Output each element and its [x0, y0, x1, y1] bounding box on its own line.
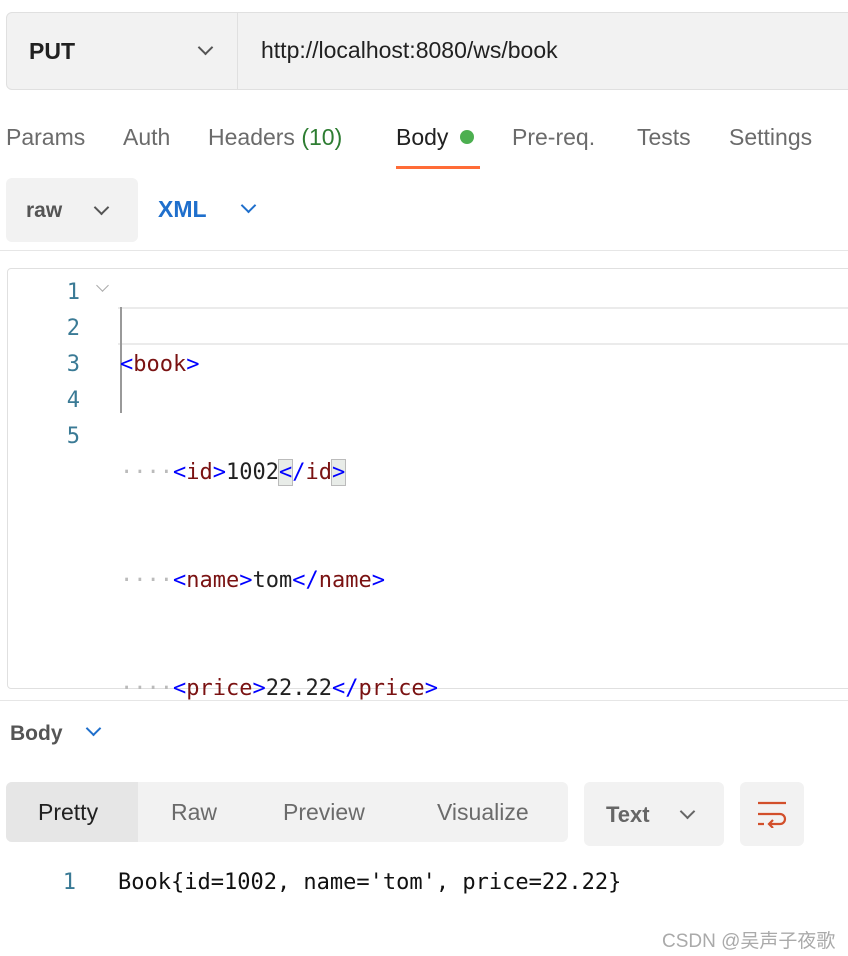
method-select[interactable]: PUT	[7, 13, 238, 89]
code-line: ····<price>22.22</price>	[120, 676, 438, 701]
chevron-down-icon	[240, 197, 256, 214]
wrap-lines-button[interactable]	[740, 782, 804, 846]
line-number: 1	[62, 870, 76, 895]
tab-headers-label: Headers	[208, 124, 295, 150]
language-label: XML	[158, 196, 207, 222]
view-tab-pretty[interactable]: Pretty	[6, 782, 138, 842]
line-number: 3	[66, 352, 80, 377]
active-tab-indicator	[396, 166, 480, 169]
response-view-tabs: Pretty Raw Preview Visualize	[6, 782, 568, 842]
watermark: CSDN @吴声子夜歌	[662, 931, 836, 952]
status-dot-icon	[460, 130, 475, 144]
tab-headers[interactable]: Headers (10)	[208, 124, 342, 151]
format-label: Text	[606, 802, 650, 827]
chevron-down-icon	[86, 720, 102, 737]
tab-tests[interactable]: Tests	[637, 124, 691, 151]
tab-body[interactable]: Body	[396, 124, 475, 151]
line-number: 4	[66, 388, 80, 413]
divider	[0, 250, 848, 251]
chevron-down-icon	[679, 803, 696, 820]
code-line: <book>	[120, 352, 200, 377]
response-format-select[interactable]: Text	[584, 782, 724, 846]
fold-chevron-icon[interactable]	[96, 279, 109, 292]
line-numbers: 1 2 3 4 5	[0, 275, 80, 455]
view-tab-preview[interactable]: Preview	[283, 799, 365, 826]
body-mode-label: raw	[26, 199, 63, 222]
code-line: ····<name>tom</name>	[120, 568, 385, 593]
url-bar: PUT http://localhost:8080/ws/book	[6, 12, 848, 90]
method-label: PUT	[29, 38, 75, 64]
url-input[interactable]: http://localhost:8080/ws/book	[261, 37, 558, 64]
line-number: 5	[66, 424, 80, 449]
chevron-down-icon	[197, 39, 214, 56]
headers-count: (10)	[301, 124, 343, 150]
chevron-down-icon	[93, 199, 110, 216]
code-editor[interactable]: 1 2 3 4 5 <book> ····<id>1002</id> ····<…	[7, 268, 848, 809]
language-select[interactable]: XML	[158, 196, 256, 223]
line-number: 1	[66, 280, 80, 305]
divider	[0, 700, 848, 701]
tab-settings[interactable]: Settings	[729, 124, 812, 151]
wrap-lines-icon	[758, 801, 787, 828]
tab-auth[interactable]: Auth	[123, 124, 170, 151]
tab-params[interactable]: Params	[6, 124, 85, 151]
line-number: 2	[66, 316, 80, 341]
view-tab-label: Pretty	[38, 799, 99, 825]
body-mode-select[interactable]: raw	[6, 178, 138, 242]
response-line: Book{id=1002, name='tom', price=22.22}	[118, 870, 622, 895]
code-line: ····<id>1002</id>	[120, 459, 347, 486]
tab-prerequest[interactable]: Pre-req.	[512, 124, 595, 151]
view-tab-raw[interactable]: Raw	[171, 799, 217, 826]
view-tab-visualize[interactable]: Visualize	[437, 799, 529, 826]
tab-body-label: Body	[396, 124, 449, 150]
response-section-label: Body	[10, 722, 63, 745]
response-body-select[interactable]: Body	[10, 720, 102, 746]
